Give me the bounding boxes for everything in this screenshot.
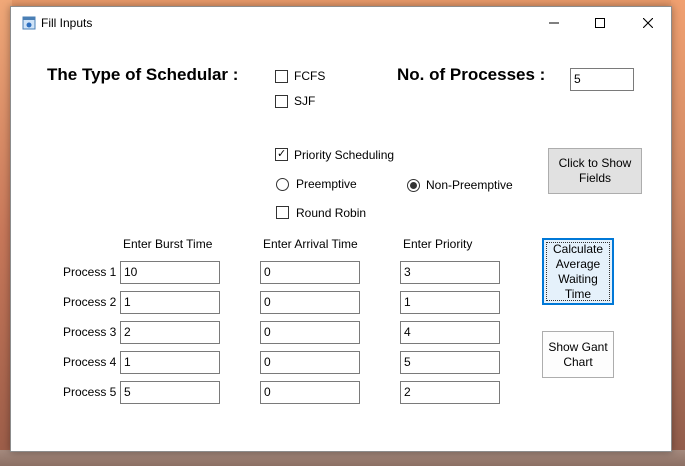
focus-rectangle: Calculate Average Waiting Time	[546, 242, 610, 301]
desktop-background-right	[671, 0, 685, 466]
process-count-input[interactable]: 5	[570, 68, 634, 91]
process-label: Process 1	[63, 265, 117, 279]
process-label: Process 5	[63, 385, 117, 399]
process-label: Process 3	[63, 325, 117, 339]
arrival-time-header: Enter Arrival Time	[263, 237, 358, 251]
show-gantt-chart-button[interactable]: Show Gant Chart	[542, 331, 614, 378]
arrival-time-input[interactable]: 0	[260, 291, 360, 314]
show-fields-label: Click to Show Fields	[558, 156, 632, 185]
burst-time-input[interactable]: 10	[120, 261, 220, 284]
round-robin-label: Round Robin	[296, 206, 367, 220]
minimize-button[interactable]	[531, 7, 577, 38]
desktop-background-bottom	[0, 450, 685, 466]
checkmark-icon: ✓	[277, 148, 287, 160]
sjf-checkbox-box[interactable]	[275, 95, 288, 108]
form-icon	[22, 16, 36, 30]
arrival-time-input[interactable]: 0	[260, 381, 360, 404]
close-icon	[643, 17, 653, 28]
burst-time-header: Enter Burst Time	[123, 237, 213, 251]
non-preemptive-label: Non-Preemptive	[426, 178, 513, 192]
arrival-time-input[interactable]: 0	[260, 351, 360, 374]
scheduler-type-heading: The Type of Schedular :	[47, 65, 239, 84]
window-title: Fill Inputs	[41, 16, 93, 30]
priority-checkbox-box[interactable]: ✓	[275, 148, 288, 161]
non-preemptive-radio-circle[interactable]	[407, 179, 420, 192]
priority-input[interactable]: 1	[400, 291, 500, 314]
gantt-label: Show Gant Chart	[548, 339, 608, 369]
priority-input[interactable]: 3	[400, 261, 500, 284]
fcfs-label: FCFS	[294, 69, 326, 83]
process-label: Process 4	[63, 355, 117, 369]
process-count-heading: No. of Processes :	[397, 65, 546, 84]
priority-scheduling-label: Priority Scheduling	[294, 148, 395, 162]
preemptive-label: Preemptive	[296, 177, 357, 191]
fill-inputs-window: Fill Inputs The Type of Schedular : No. …	[10, 6, 672, 452]
calculate-average-waiting-time-button[interactable]: Calculate Average Waiting Time	[542, 238, 614, 305]
sjf-label: SJF	[294, 94, 316, 108]
priority-input[interactable]: 4	[400, 321, 500, 344]
radio-selected-dot	[410, 182, 417, 189]
burst-time-input[interactable]: 1	[120, 351, 220, 374]
arrival-time-input[interactable]: 0	[260, 261, 360, 284]
close-button[interactable]	[625, 7, 671, 38]
maximize-button[interactable]	[577, 7, 623, 38]
priority-input[interactable]: 2	[400, 381, 500, 404]
burst-time-input[interactable]: 1	[120, 291, 220, 314]
minimize-icon	[549, 22, 559, 23]
fcfs-checkbox-box[interactable]	[275, 70, 288, 83]
maximize-icon	[595, 17, 605, 28]
show-fields-button[interactable]: Click to Show Fields	[548, 148, 642, 194]
process-label: Process 2	[63, 295, 117, 309]
arrival-time-input[interactable]: 0	[260, 321, 360, 344]
priority-input[interactable]: 5	[400, 351, 500, 374]
preemptive-radio-circle[interactable]	[276, 178, 289, 191]
priority-header: Enter Priority	[403, 237, 473, 251]
burst-time-input[interactable]: 5	[120, 381, 220, 404]
calculate-label: Calculate Average Waiting Time	[552, 241, 604, 301]
title-bar[interactable]: Fill Inputs	[11, 7, 671, 38]
burst-time-input[interactable]: 2	[120, 321, 220, 344]
round-robin-checkbox-box[interactable]	[276, 206, 289, 219]
